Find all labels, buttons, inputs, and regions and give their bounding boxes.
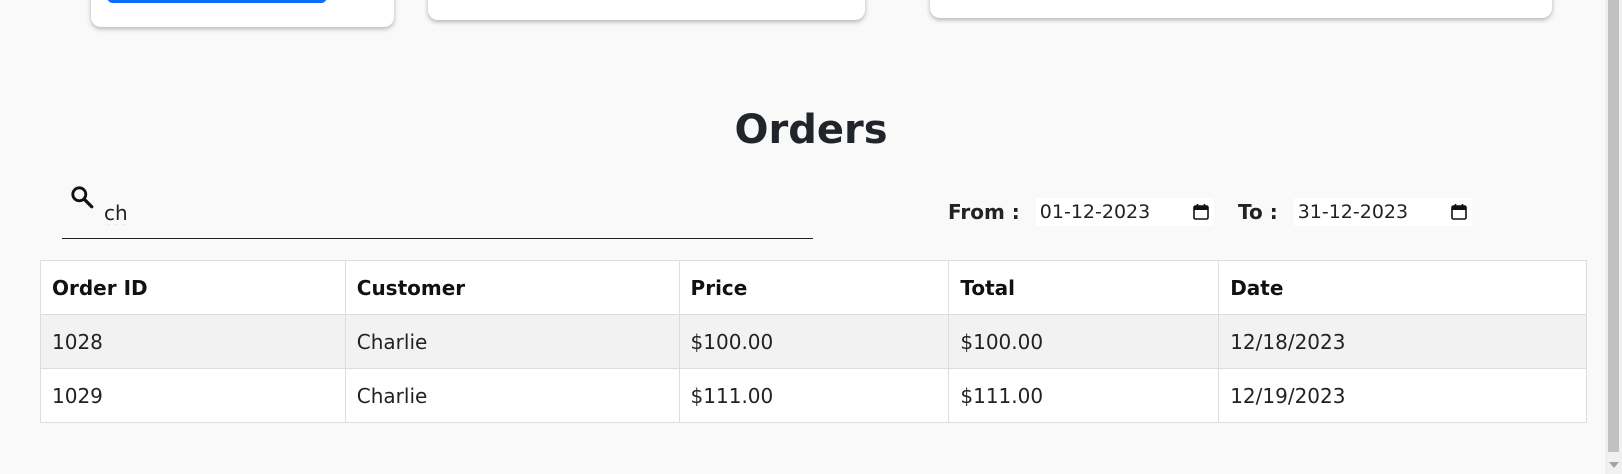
orders-table: Order ID Customer Price Total Date 1028 …	[40, 260, 1587, 423]
column-header-price[interactable]: Price	[678, 260, 950, 315]
scroll-down-arrow-icon[interactable]	[1609, 462, 1619, 468]
page-title: Orders	[734, 107, 888, 153]
cell-total: $100.00	[948, 314, 1220, 369]
table-row[interactable]: 1028 Charlie $100.00 $100.00 12/18/2023	[40, 314, 1587, 369]
calendar-icon[interactable]	[1450, 203, 1468, 221]
cell-total: $111.00	[948, 368, 1220, 423]
column-header-total[interactable]: Total	[948, 260, 1220, 315]
from-date-filter: From : 01-12-2023	[948, 196, 1214, 228]
column-header-order-id[interactable]: Order ID	[40, 260, 346, 315]
scrollbar-thumb[interactable]	[1608, 0, 1619, 452]
to-date-value: 31-12-2023	[1297, 201, 1409, 223]
search-bar	[62, 176, 813, 239]
to-date-filter: To : 31-12-2023	[1238, 196, 1472, 228]
top-card-2	[428, 0, 865, 20]
search-icon	[71, 186, 94, 209]
table-row[interactable]: 1029 Charlie $111.00 $111.00 12/19/2023	[40, 368, 1587, 423]
top-card-3	[930, 0, 1552, 18]
cell-customer: Charlie	[344, 368, 680, 423]
cell-order-id: 1029	[40, 368, 346, 423]
column-header-date[interactable]: Date	[1218, 260, 1587, 315]
from-label: From :	[948, 200, 1020, 224]
calendar-icon[interactable]	[1192, 203, 1210, 221]
from-date-value: 01-12-2023	[1039, 201, 1151, 223]
cell-order-id: 1028	[40, 314, 346, 369]
from-date-input[interactable]: 01-12-2023	[1035, 198, 1214, 226]
column-header-customer[interactable]: Customer	[344, 260, 680, 315]
to-date-input[interactable]: 31-12-2023	[1293, 198, 1472, 226]
vertical-scrollbar[interactable]	[1605, 0, 1622, 474]
cell-date: 12/18/2023	[1218, 314, 1587, 369]
cell-customer: Charlie	[344, 314, 680, 369]
cell-price: $111.00	[678, 368, 950, 423]
card-primary-button[interactable]	[107, 0, 327, 3]
to-label: To :	[1238, 200, 1278, 224]
table-header-row: Order ID Customer Price Total Date	[40, 260, 1587, 315]
cell-price: $100.00	[678, 314, 950, 369]
top-card-1	[91, 0, 394, 27]
search-input[interactable]	[102, 192, 786, 234]
cell-date: 12/19/2023	[1218, 368, 1587, 423]
